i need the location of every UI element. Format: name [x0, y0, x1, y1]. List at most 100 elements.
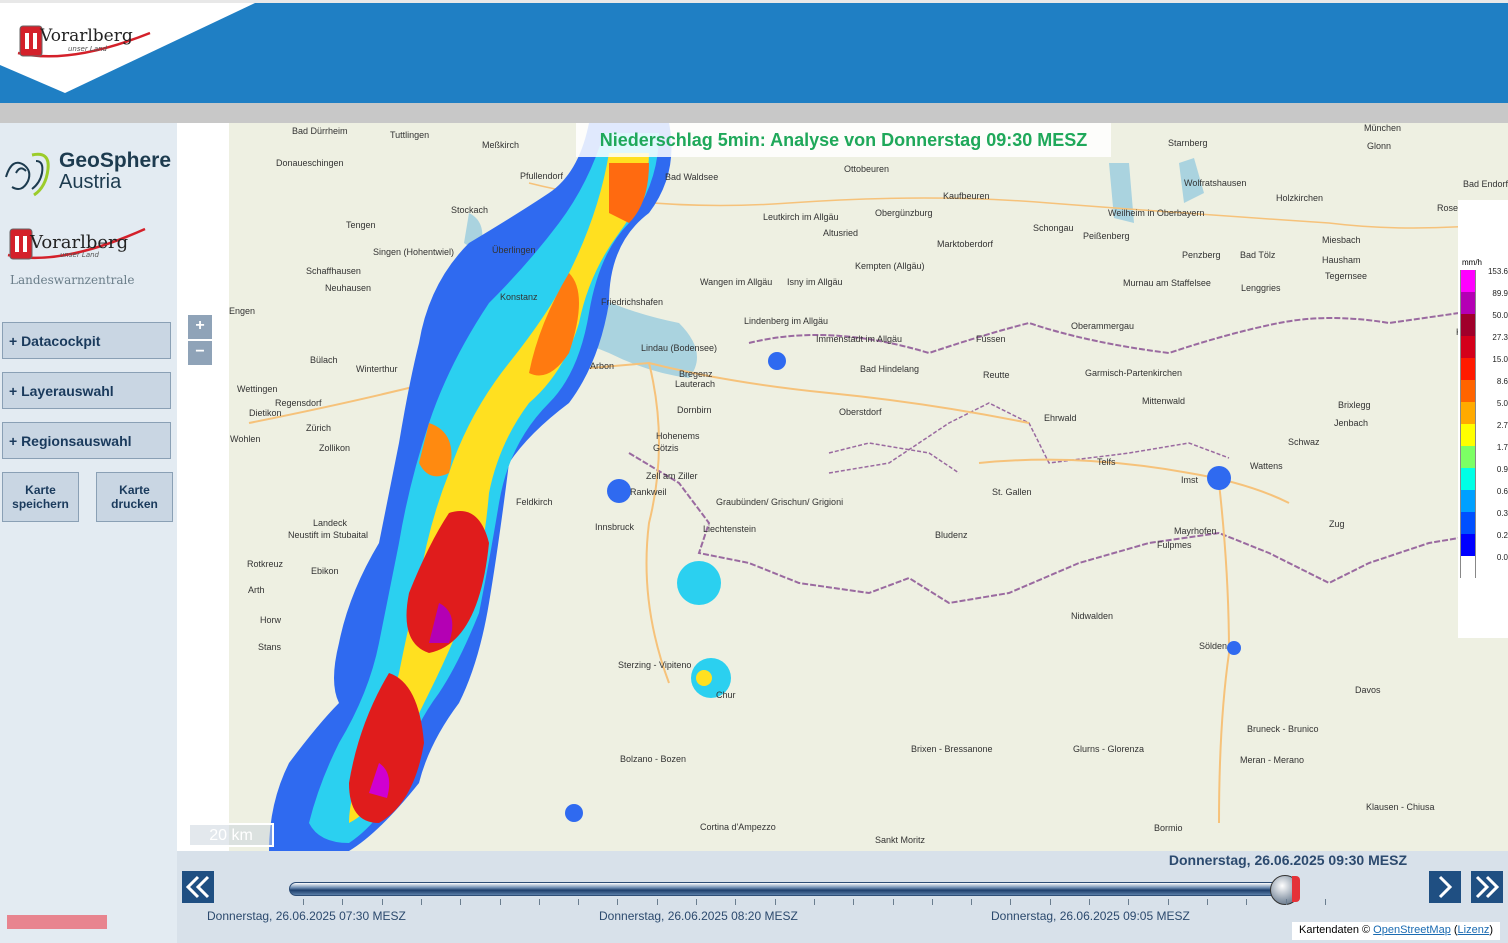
map-place-label: Singen (Hohentwiel) [373, 247, 455, 257]
map-place-label: Davos [1355, 685, 1381, 695]
legend-color-swatch [1460, 270, 1476, 292]
map-place-label: Reutte [983, 370, 1010, 380]
timeline-tick [342, 899, 344, 905]
map-place-label: Landeck [313, 518, 348, 528]
time-slider-track[interactable] [289, 882, 1299, 896]
legend-color-swatch [1460, 380, 1476, 402]
timeline-tick [1167, 899, 1169, 905]
save-map-button[interactable]: Karte speichern [2, 472, 79, 522]
print-map-button[interactable]: Karte drucken [96, 472, 173, 522]
map-place-label: Peißenberg [1083, 231, 1130, 241]
svg-text:unser Land: unser Land [68, 45, 108, 53]
map-place-label: Penzberg [1182, 250, 1221, 260]
step-forward-button[interactable] [1429, 871, 1461, 903]
map-place-label: Rotkreuz [247, 559, 284, 569]
legend-color-swatch [1460, 358, 1476, 380]
map-place-label: Götzis [653, 443, 679, 453]
map-place-label: Miesbach [1322, 235, 1361, 245]
legend-value-label: 15.0 [1492, 355, 1508, 364]
map-place-label: Ehrwald [1044, 413, 1077, 423]
timeline-tick [1128, 899, 1130, 905]
map-place-label: Altusried [823, 228, 859, 238]
map-place-label: Starnberg [1168, 138, 1208, 148]
datacockpit-button[interactable]: + Datacockpit [2, 322, 171, 359]
timeline-tick [460, 899, 462, 905]
map-place-label: Immenstadt im Allgäu [816, 334, 903, 344]
map-canvas[interactable] [229, 123, 1508, 851]
map-place-label: Stans [258, 642, 282, 652]
legend-color-swatch [1460, 468, 1476, 490]
map-scale: 20 km [188, 823, 274, 847]
map-place-label: Hausham [1322, 255, 1361, 265]
map-place-label: Brixlegg [1338, 400, 1371, 410]
map-place-label: Engen [229, 306, 256, 316]
svg-text:Vorarlberg: Vorarlberg [29, 232, 128, 253]
legend-value-label: 8.6 [1496, 377, 1508, 386]
zoom-in-button[interactable]: + [188, 315, 212, 339]
map-place-label: Brixen - Bressanone [911, 744, 993, 754]
map-place-label: Wolfratshausen [1184, 178, 1247, 188]
map-place-label: Mittenwald [1142, 396, 1186, 406]
legend-color-swatch [1460, 534, 1476, 556]
map-place-label: Telfs [1097, 457, 1116, 467]
time-slider-end-marker [1292, 876, 1300, 902]
map-place-label: Meran - Merano [1240, 755, 1305, 765]
regionsauswahl-button[interactable]: + Regionsauswahl [2, 422, 171, 459]
chevron-right-icon [1438, 875, 1453, 899]
vorarlberg-header-logo[interactable]: Vorarlberg unser Land [0, 3, 255, 93]
landeswarnzentrale-label: Landeswarnzentrale [10, 273, 135, 287]
map-place-label: Leutkirch im Allgäu [763, 212, 839, 222]
gray-divider [0, 103, 1508, 123]
legend-color-swatch [1460, 512, 1476, 534]
fast-forward-button[interactable] [1471, 871, 1503, 903]
legend-value-label: 0.9 [1496, 465, 1508, 474]
map-place-label: Bad Dürrheim [292, 126, 348, 136]
map-place-label: Friedrichshafen [601, 297, 664, 307]
timeline-tick [1246, 899, 1248, 905]
map-place-label: Wohlen [230, 434, 261, 444]
double-chevron-left-icon [185, 875, 210, 899]
map-place-label: Murnau am Staffelsee [1123, 278, 1211, 288]
map-place-label: Konstanz [500, 292, 538, 302]
sidebar: GeoSphere Austria Vorarlberg unser Land … [0, 123, 177, 943]
timeline-tick [1285, 899, 1287, 905]
timeline-tick [1010, 899, 1012, 905]
map-place-label: Meßkirch [482, 140, 520, 150]
map-place-label: Jenbach [1334, 418, 1369, 428]
osm-link[interactable]: OpenStreetMap [1373, 924, 1451, 936]
map-place-label: Oberstdorf [839, 407, 882, 417]
license-link[interactable]: Lizenz [1458, 924, 1490, 936]
double-chevron-right-icon [1475, 875, 1500, 899]
legend-color-swatch [1460, 446, 1476, 468]
geosphere-title: GeoSphere [59, 149, 172, 172]
map-place-label: St. Gallen [992, 487, 1032, 497]
map-place-label: Tuttlingen [390, 130, 430, 140]
timeline-tick [813, 899, 815, 905]
rewind-button[interactable] [182, 871, 214, 903]
zoom-out-button[interactable]: − [188, 341, 212, 365]
legend-value-label: 89.9 [1492, 289, 1508, 298]
map-place-label: Arth [248, 585, 265, 595]
map-place-label: Klausen - Chiusa [1366, 802, 1435, 812]
legend-color-swatch [1460, 490, 1476, 512]
map-place-label: Sölden [1199, 641, 1228, 651]
map-place-label: München [1364, 123, 1402, 133]
map-place-label: Lenggries [1241, 283, 1281, 293]
legend-color-swatch [1460, 402, 1476, 424]
layerauswahl-button[interactable]: + Layerauswahl [2, 372, 171, 409]
map-place-label: Dornbirn [677, 405, 712, 415]
map-place-label: Holzkirchen [1276, 193, 1324, 203]
map-place-label: Wattens [1250, 461, 1283, 471]
map-place-label: Nidwalden [1071, 611, 1114, 621]
map-place-label: Liechtenstein [703, 524, 757, 534]
map-place-label: Garmisch-Partenkirchen [1085, 368, 1183, 378]
timeline-tick [853, 899, 855, 905]
map-place-label: Bad Tölz [1240, 250, 1276, 260]
timeline-tick [892, 899, 894, 905]
timeline-tick [617, 899, 619, 905]
map-place-label: Winterthur [356, 364, 398, 374]
map-place-label: Donaueschingen [276, 158, 344, 168]
legend-unit: mm/h [1462, 258, 1482, 267]
legend-value-label: 153.6 [1487, 267, 1508, 276]
timeline-tick [656, 899, 658, 905]
